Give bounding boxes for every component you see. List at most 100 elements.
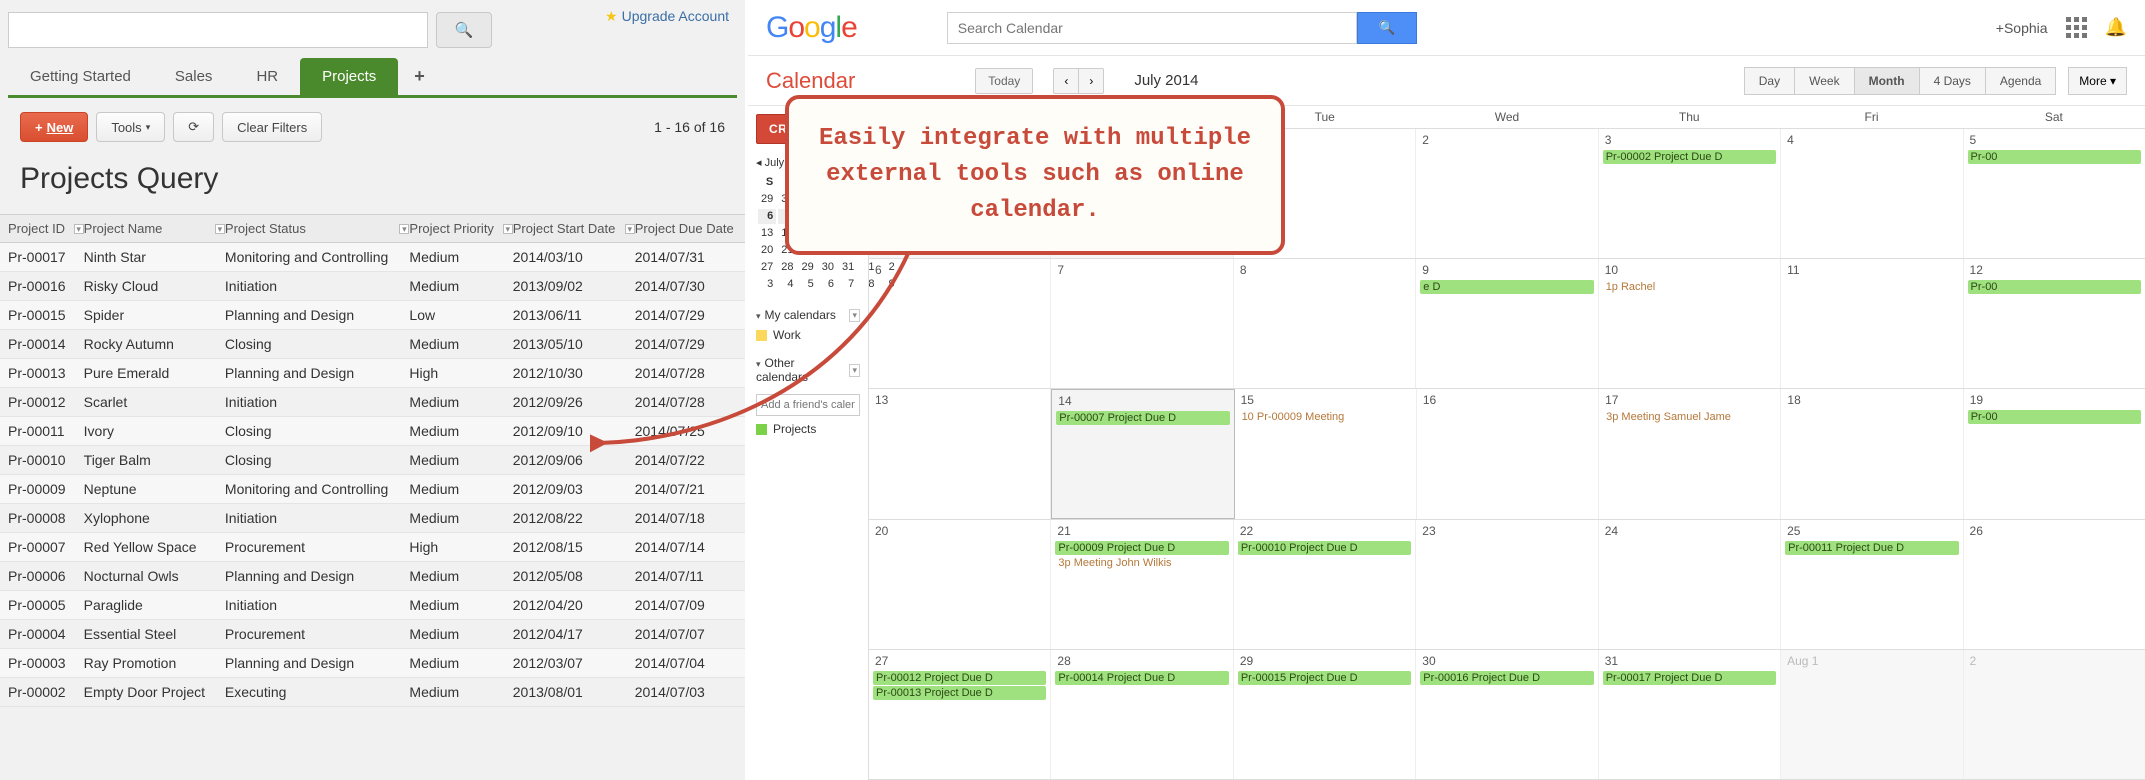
day-cell[interactable]: 2 <box>1416 129 1598 258</box>
bell-icon[interactable]: 🔔 <box>2105 17 2127 38</box>
calendar-event[interactable]: 1p Rachel <box>1603 280 1776 294</box>
calendar-event[interactable]: 10 Pr-00009 Meeting <box>1239 410 1412 424</box>
col-header[interactable]: Project ID <box>0 215 76 243</box>
my-calendars-label[interactable]: My calendars <box>765 308 836 322</box>
search-button[interactable]: 🔍 <box>436 12 492 48</box>
table-row[interactable]: Pr-00016Risky CloudInitiationMedium2013/… <box>0 272 745 301</box>
user-link[interactable]: +Sophia <box>1996 20 2048 36</box>
calendar-event[interactable]: Pr-00 <box>1968 280 2141 294</box>
day-cell[interactable]: 2 <box>1964 650 2145 779</box>
add-friend-input[interactable] <box>756 394 860 416</box>
apps-icon[interactable] <box>2066 17 2087 38</box>
day-cell[interactable]: 12Pr-00 <box>1964 259 2145 388</box>
day-cell[interactable]: 13 <box>869 389 1051 518</box>
table-row[interactable]: Pr-00006Nocturnal OwlsPlanning and Desig… <box>0 562 745 591</box>
table-row[interactable]: Pr-00012ScarletInitiationMedium2012/09/2… <box>0 388 745 417</box>
day-cell[interactable]: 20 <box>869 520 1051 649</box>
day-cell[interactable]: 25Pr-00011 Project Due D <box>1781 520 1963 649</box>
day-cell[interactable]: 18 <box>1781 389 1963 518</box>
search-input[interactable] <box>8 12 428 48</box>
calendar-event[interactable]: Pr-00012 Project Due D <box>873 671 1046 685</box>
col-header[interactable]: ▾Project Due Date <box>627 215 745 243</box>
tools-button[interactable]: Tools▾ <box>96 112 165 142</box>
view-day[interactable]: Day <box>1744 67 1795 95</box>
day-cell[interactable]: 11 <box>1781 259 1963 388</box>
tab-sales[interactable]: Sales <box>153 58 235 95</box>
table-row[interactable]: Pr-00008XylophoneInitiationMedium2012/08… <box>0 504 745 533</box>
calendar-event[interactable]: Pr-00007 Project Due D <box>1056 411 1229 425</box>
dropdown-icon[interactable]: ▾ <box>849 364 860 377</box>
table-row[interactable]: Pr-00014Rocky AutumnClosingMedium2013/05… <box>0 330 745 359</box>
table-row[interactable]: Pr-00004Essential SteelProcurementMedium… <box>0 620 745 649</box>
day-cell[interactable]: 7 <box>1051 259 1233 388</box>
col-header[interactable]: ▾Project Status <box>217 215 402 243</box>
table-row[interactable]: Pr-00007Red Yellow SpaceProcurementHigh2… <box>0 533 745 562</box>
day-cell[interactable]: 27Pr-00012 Project Due DPr-00013 Project… <box>869 650 1051 779</box>
upgrade-link[interactable]: ★Upgrade Account <box>605 8 729 25</box>
table-row[interactable]: Pr-00010Tiger BalmClosingMedium2012/09/0… <box>0 446 745 475</box>
col-header[interactable]: ▾Project Priority <box>401 215 504 243</box>
day-cell[interactable]: 9e D <box>1416 259 1598 388</box>
calendar-event[interactable]: Pr-00009 Project Due D <box>1055 541 1228 555</box>
day-cell[interactable]: 173p Meeting Samuel Jame <box>1599 389 1781 518</box>
calendar-search-button[interactable]: 🔍 <box>1357 12 1417 44</box>
table-row[interactable]: Pr-00015SpiderPlanning and DesignLow2013… <box>0 301 745 330</box>
day-cell[interactable]: 21Pr-00009 Project Due D3p Meeting John … <box>1051 520 1233 649</box>
table-row[interactable]: Pr-00011IvoryClosingMedium2012/09/102014… <box>0 417 745 446</box>
calendar-event[interactable]: e D <box>1420 280 1593 294</box>
other-calendars-label[interactable]: Other calendars <box>756 356 808 384</box>
day-cell[interactable]: 31Pr-00017 Project Due D <box>1599 650 1781 779</box>
view-agenda[interactable]: Agenda <box>1985 67 2056 95</box>
day-cell[interactable]: 5Pr-00 <box>1964 129 2145 258</box>
calendar-event[interactable]: Pr-00014 Project Due D <box>1055 671 1228 685</box>
new-button[interactable]: +New <box>20 112 88 142</box>
day-cell[interactable]: 22Pr-00010 Project Due D <box>1234 520 1416 649</box>
dropdown-icon[interactable]: ▾ <box>849 309 860 322</box>
table-row[interactable]: Pr-00005ParaglideInitiationMedium2012/04… <box>0 591 745 620</box>
more-button[interactable]: More ▾ <box>2068 67 2127 95</box>
today-button[interactable]: Today <box>975 68 1033 94</box>
day-cell[interactable]: Aug 1 <box>1781 650 1963 779</box>
tab-getting-started[interactable]: Getting Started <box>8 58 153 95</box>
calendar-event[interactable]: Pr-00015 Project Due D <box>1238 671 1411 685</box>
day-cell[interactable]: 23 <box>1416 520 1598 649</box>
calendar-event[interactable]: Pr-00013 Project Due D <box>873 686 1046 700</box>
calendar-item-projects[interactable]: Projects <box>756 422 860 436</box>
table-row[interactable]: Pr-00017Ninth StarMonitoring and Control… <box>0 243 745 272</box>
table-row[interactable]: Pr-00003Ray PromotionPlanning and Design… <box>0 649 745 678</box>
calendar-event[interactable]: Pr-00017 Project Due D <box>1603 671 1776 685</box>
calendar-event[interactable]: Pr-00002 Project Due D <box>1603 150 1776 164</box>
day-cell[interactable]: 101p Rachel <box>1599 259 1781 388</box>
calendar-event[interactable]: 3p Meeting Samuel Jame <box>1603 410 1776 424</box>
day-cell[interactable]: 8 <box>1234 259 1416 388</box>
day-cell[interactable]: 1510 Pr-00009 Meeting <box>1235 389 1417 518</box>
day-cell[interactable]: 3Pr-00002 Project Due D <box>1599 129 1781 258</box>
clear-filters-button[interactable]: Clear Filters <box>222 112 322 142</box>
view-month[interactable]: Month <box>1854 67 1920 95</box>
day-cell[interactable]: 30Pr-00016 Project Due D <box>1416 650 1598 779</box>
day-cell[interactable]: 14Pr-00007 Project Due D <box>1051 389 1234 518</box>
day-cell[interactable]: 28Pr-00014 Project Due D <box>1051 650 1233 779</box>
tab-projects[interactable]: Projects <box>300 58 398 95</box>
day-cell[interactable]: 24 <box>1599 520 1781 649</box>
next-button[interactable]: › <box>1078 68 1104 94</box>
calendar-event[interactable]: Pr-00011 Project Due D <box>1785 541 1958 555</box>
day-cell[interactable]: 26 <box>1964 520 2145 649</box>
refresh-button[interactable]: ⟳ <box>173 112 214 142</box>
calendar-event[interactable]: 3p Meeting John Wilkis <box>1055 556 1228 570</box>
calendar-event[interactable]: Pr-00016 Project Due D <box>1420 671 1593 685</box>
view-week[interactable]: Week <box>1794 67 1854 95</box>
day-cell[interactable]: 4 <box>1781 129 1963 258</box>
table-row[interactable]: Pr-00009NeptuneMonitoring and Controllin… <box>0 475 745 504</box>
day-cell[interactable]: 29Pr-00015 Project Due D <box>1234 650 1416 779</box>
day-cell[interactable]: 16 <box>1417 389 1599 518</box>
col-header[interactable]: ▾Project Start Date <box>505 215 627 243</box>
calendar-event[interactable]: Pr-00 <box>1968 150 2141 164</box>
view-4 days[interactable]: 4 Days <box>1919 67 1986 95</box>
tab-hr[interactable]: HR <box>234 58 300 95</box>
calendar-event[interactable]: Pr-00 <box>1968 410 2141 424</box>
table-row[interactable]: Pr-00013Pure EmeraldPlanning and DesignH… <box>0 359 745 388</box>
table-row[interactable]: Pr-00002Empty Door ProjectExecutingMediu… <box>0 678 745 707</box>
calendar-event[interactable]: Pr-00010 Project Due D <box>1238 541 1411 555</box>
tab-add[interactable]: + <box>398 58 441 95</box>
